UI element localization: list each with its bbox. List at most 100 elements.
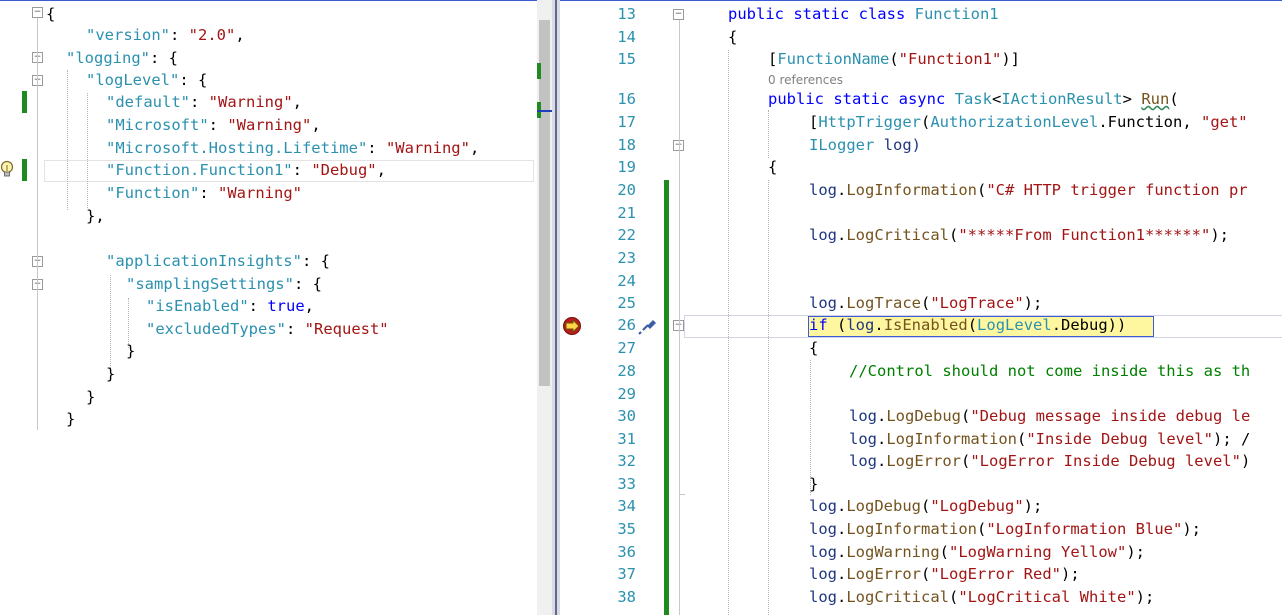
json-token: ,	[292, 93, 303, 111]
line-number: 17	[617, 113, 636, 131]
json-token: :	[208, 116, 228, 134]
json-editor-pane[interactable]: − − − − − {"version": "2.0", "logging": {…	[0, 0, 537, 615]
code-line-33: }	[809, 475, 819, 493]
json-token: "Warning"	[208, 93, 293, 111]
json-line: "logging": {	[66, 47, 178, 69]
line-number: 15	[617, 50, 636, 68]
json-token: :	[170, 26, 189, 44]
json-line: "Microsoft": "Warning",	[106, 114, 321, 136]
indent-guide	[110, 275, 111, 370]
json-token: {	[46, 5, 56, 23]
json-line: "excludedTypes": "Request"	[146, 318, 389, 340]
json-token: "default"	[106, 93, 190, 111]
indent-guide	[768, 180, 769, 615]
scroll-caret-marker	[537, 110, 552, 112]
indent-guide	[768, 110, 769, 158]
json-line: "logLevel": {	[86, 69, 207, 91]
code-line-25: log.LogTrace("LogTrace");	[809, 294, 1043, 312]
json-token: "version"	[86, 26, 170, 44]
lightbulb-icon[interactable]	[0, 160, 14, 180]
code-line-35: log.LogInformation("LogInformation Blue"…	[809, 520, 1201, 538]
json-line: "samplingSettings": {	[126, 273, 322, 295]
csharp-editor-pane[interactable]: 13 14 15 16 17 18 19 20 21 22 23 24 25 26 27 28 29 30 31 32…	[560, 0, 1282, 615]
line-number: 19	[617, 158, 636, 176]
json-line: "default": "Warning",	[106, 91, 302, 113]
line-number: 38	[617, 588, 636, 606]
line-number: 16	[617, 90, 636, 108]
json-token: true	[267, 297, 305, 315]
json-line: },	[86, 205, 105, 227]
code-line-26: if (log.IsEnabled(LogLevel.Debug))	[809, 316, 1127, 334]
fold-end-tick	[679, 494, 685, 495]
json-token: "Request"	[304, 320, 389, 338]
line-number: 25	[617, 294, 636, 312]
json-token: : {	[293, 275, 322, 293]
line-number: 30	[617, 407, 636, 425]
line-number: 20	[617, 181, 636, 199]
json-token: "isEnabled"	[146, 297, 249, 315]
json-token: }	[126, 342, 136, 360]
code-line-31: log.LogInformation("Inside Debug level")…	[849, 430, 1251, 448]
json-token: "applicationInsights"	[106, 252, 302, 270]
line-number: 35	[617, 520, 636, 538]
json-token: :	[292, 161, 312, 179]
json-token: }	[106, 365, 116, 383]
change-bar	[664, 180, 669, 615]
json-line: "Microsoft.Hosting.Lifetime": "Warning",	[106, 137, 479, 159]
code-line-19: {	[768, 158, 778, 176]
indent-guide	[67, 70, 68, 210]
json-token: ,	[304, 297, 314, 315]
line-number: 28	[617, 362, 636, 380]
code-line-14: {	[728, 28, 738, 46]
code-line-37: log.LogError("LogError Red");	[809, 565, 1080, 583]
json-token: ,	[376, 161, 386, 179]
line-number: 23	[617, 249, 636, 267]
json-token: }	[86, 388, 96, 406]
json-token: ,	[235, 26, 245, 44]
code-line-15: [FunctionName("Function1")]	[768, 50, 1020, 68]
json-token: :	[285, 320, 305, 338]
json-line: }	[126, 340, 135, 362]
indent-guide	[87, 93, 88, 208]
fold-outline	[679, 20, 680, 615]
line-number: 18	[617, 136, 636, 154]
codelens-references[interactable]: 0 references	[768, 73, 843, 87]
line-number: 33	[617, 475, 636, 493]
code-line-22: log.LogCritical("*****From Function1****…	[809, 226, 1229, 244]
json-token: ,	[311, 116, 321, 134]
json-token: :	[248, 297, 268, 315]
json-token: :	[190, 93, 209, 111]
json-token: "samplingSettings"	[126, 275, 294, 293]
code-line-16: public static async Task<IActionResult> …	[768, 90, 1179, 108]
pane-top-border	[560, 0, 1282, 1]
change-bar	[22, 91, 27, 113]
code-line-27: {	[809, 339, 819, 357]
json-token: : {	[179, 71, 208, 89]
json-token: "2.0"	[188, 26, 236, 44]
json-line: "version": "2.0",	[86, 24, 245, 46]
json-token: :	[367, 139, 386, 157]
fold-outline	[37, 18, 38, 430]
code-line-34: log.LogDebug("LogDebug");	[809, 497, 1043, 515]
json-line: "Function": "Warning"	[106, 182, 302, 204]
json-token: ,	[469, 139, 480, 157]
json-line: {	[46, 3, 55, 25]
splitter-line	[555, 0, 557, 615]
fold-toggle-root[interactable]: −	[32, 7, 43, 18]
line-number: 27	[617, 339, 636, 357]
json-token: "Warning"	[385, 139, 470, 157]
fold-toggle-class[interactable]: −	[673, 9, 684, 20]
code-line-17: [HttpTrigger(AuthorizationLevel.Function…	[809, 113, 1248, 131]
json-token: "logging"	[66, 49, 150, 67]
line-number: 34	[617, 497, 636, 515]
json-line: }	[106, 363, 115, 385]
vertical-scrollbar[interactable]	[537, 0, 552, 615]
code-line-38: log.LogCritical("LogCritical White");	[809, 588, 1155, 606]
current-statement-breakpoint-icon[interactable]	[562, 316, 584, 336]
line-number: 29	[617, 385, 636, 403]
change-bar	[22, 159, 27, 181]
screwdriver-icon[interactable]	[636, 316, 658, 336]
json-token: }	[66, 410, 76, 428]
json-token: : {	[301, 252, 330, 270]
json-token: "Function.Function1"	[106, 161, 293, 179]
